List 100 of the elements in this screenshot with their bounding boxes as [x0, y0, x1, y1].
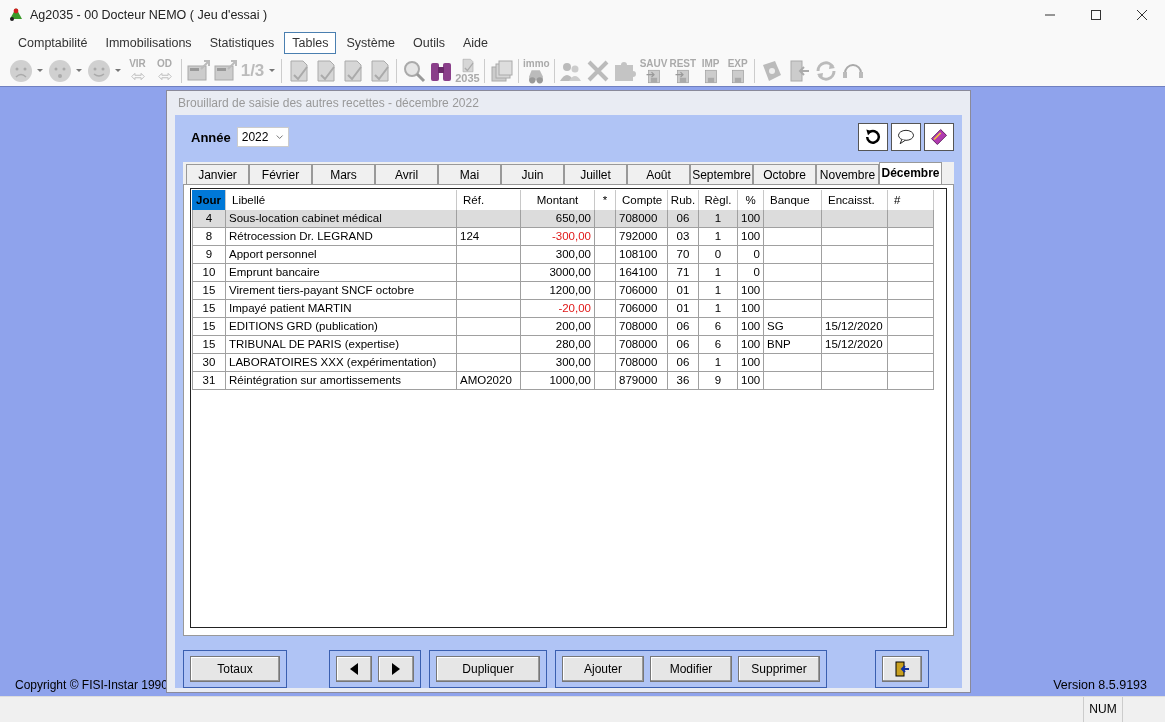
- table-cell: 300,00: [521, 246, 595, 264]
- table-cell: 15/12/2020: [822, 318, 888, 336]
- caret-icon[interactable]: [37, 68, 43, 73]
- caret-icon[interactable]: [76, 68, 82, 73]
- table-cell: 15/12/2020: [822, 336, 888, 354]
- close-icon[interactable]: [1137, 10, 1147, 20]
- caret-icon[interactable]: [115, 68, 121, 73]
- table-cell: 1: [699, 282, 738, 300]
- table-cell: 0: [738, 264, 764, 282]
- menu-item[interactable]: Immobilisations: [97, 31, 200, 54]
- table-cell: 650,00: [521, 210, 595, 228]
- delete-button[interactable]: Supprimer: [738, 656, 820, 682]
- caret-icon[interactable]: [269, 68, 275, 73]
- table-cell: SG: [764, 318, 822, 336]
- table-cell: 164100: [616, 264, 668, 282]
- month-tab[interactable]: Juillet: [564, 164, 627, 184]
- column-header[interactable]: Jour: [192, 190, 226, 210]
- table-row[interactable]: 31 Réintégration sur amortissements AMO2020 1000,00 879000 36 9 100: [192, 372, 934, 390]
- table-cell: 706000: [616, 282, 668, 300]
- table-row[interactable]: 15 Impayé patient MARTIN -20,00 706000 01 1 100: [192, 300, 934, 318]
- table-row[interactable]: 15 TRIBUNAL DE PARIS (expertise) 280,00 708000 06 6 100 BNP 15/12/2020: [192, 336, 934, 354]
- table-cell: Impayé patient MARTIN: [226, 300, 457, 318]
- month-tab[interactable]: Février: [249, 164, 312, 184]
- table-row[interactable]: 15 Virement tiers-payant SNCF octobre 1200,00 706000 01 1 100: [192, 282, 934, 300]
- menu-item[interactable]: Aide: [455, 31, 496, 54]
- table-cell: 708000: [616, 318, 668, 336]
- speech-bubble-icon: [896, 127, 916, 147]
- month-tab[interactable]: Décembre: [879, 162, 942, 184]
- month-tab[interactable]: Août: [627, 164, 690, 184]
- table-cell: 31: [192, 372, 226, 390]
- month-tab[interactable]: Juin: [501, 164, 564, 184]
- previous-button[interactable]: [336, 656, 372, 682]
- menu-item[interactable]: Statistiques: [201, 31, 283, 54]
- table-row[interactable]: 15 EDITIONS GRD (publication) 200,00 708000 06 6 100 SG 15/12/2020: [192, 318, 934, 336]
- duplicate-button[interactable]: Dupliquer: [436, 656, 540, 682]
- table-cell: TRIBUNAL DE PARIS (expertise): [226, 336, 457, 354]
- menu-item[interactable]: Outils: [405, 31, 453, 54]
- table-row[interactable]: 4 Sous-location cabinet médical 650,00 708000 06 1 100: [192, 210, 934, 228]
- table-cell: 708000: [616, 210, 668, 228]
- table-cell: 3000,00: [521, 264, 595, 282]
- year-dropdown[interactable]: 2022: [236, 127, 289, 147]
- table-cell: 10: [192, 264, 226, 282]
- table-cell: 1200,00: [521, 282, 595, 300]
- comment-button[interactable]: [891, 123, 921, 151]
- book-button[interactable]: [924, 123, 954, 151]
- refresh-button[interactable]: [858, 123, 888, 151]
- table-cell: 0: [699, 246, 738, 264]
- table-row[interactable]: 10 Emprunt bancaire 3000,00 164100 71 1 0: [192, 264, 934, 282]
- month-tab[interactable]: Mars: [312, 164, 375, 184]
- table-cell: 06: [668, 354, 699, 372]
- table-cell: -300,00: [521, 228, 595, 246]
- table-row[interactable]: 9 Apport personnel 300,00 108100 70 0 0: [192, 246, 934, 264]
- exit-button[interactable]: [882, 656, 922, 682]
- table-cell: 4: [192, 210, 226, 228]
- month-tab[interactable]: Avril: [375, 164, 438, 184]
- table-cell: BNP: [764, 336, 822, 354]
- month-tab[interactable]: Octobre: [753, 164, 816, 184]
- table-cell: 708000: [616, 336, 668, 354]
- modify-button[interactable]: Modifier: [650, 656, 732, 682]
- table-cell: Apport personnel: [226, 246, 457, 264]
- totals-button[interactable]: Totaux: [190, 656, 280, 682]
- table-cell: 01: [668, 282, 699, 300]
- table-cell: LABORATOIRES XXX (expérimentation): [226, 354, 457, 372]
- table-cell: 124: [457, 228, 521, 246]
- month-tab[interactable]: Septembre: [690, 164, 753, 184]
- table-cell: 792000: [616, 228, 668, 246]
- table-cell: Virement tiers-payant SNCF octobre: [226, 282, 457, 300]
- table-cell: 1: [699, 264, 738, 282]
- table-row[interactable]: 8 Rétrocession Dr. LEGRAND 124 -300,00 792000 03 1 100: [192, 228, 934, 246]
- month-tab[interactable]: Novembre: [816, 164, 879, 184]
- menu-item[interactable]: Comptabilité: [10, 31, 96, 54]
- table-cell: 8: [192, 228, 226, 246]
- refresh-icon: [863, 127, 883, 147]
- table-cell: 15: [192, 300, 226, 318]
- table-cell: EDITIONS GRD (publication): [226, 318, 457, 336]
- month-tab[interactable]: Janvier: [186, 164, 249, 184]
- menu-item[interactable]: Tables: [284, 31, 337, 54]
- table-cell: 71: [668, 264, 699, 282]
- menu-item[interactable]: Système: [338, 31, 404, 54]
- maximize-icon[interactable]: [1091, 10, 1101, 20]
- table-cell: 108100: [616, 246, 668, 264]
- table-cell: 1: [699, 228, 738, 246]
- year-label: Année: [191, 129, 231, 145]
- table-cell: 06: [668, 318, 699, 336]
- table-cell: 100: [738, 372, 764, 390]
- next-button[interactable]: [378, 656, 414, 682]
- table-cell: 706000: [616, 300, 668, 318]
- table-cell: 200,00: [521, 318, 595, 336]
- smiley-icon: [86, 58, 111, 83]
- table-cell: 15: [192, 282, 226, 300]
- table-cell: 01: [668, 300, 699, 318]
- table-cell: 6: [699, 318, 738, 336]
- table-cell: 100: [738, 282, 764, 300]
- table-cell: AMO2020: [457, 372, 521, 390]
- table-row[interactable]: 30 LABORATOIRES XXX (expérimentation) 300,00 708000 06 1 100: [192, 354, 934, 372]
- month-tab[interactable]: Mai: [438, 164, 501, 184]
- table-cell: 06: [668, 210, 699, 228]
- table-cell: Rétrocession Dr. LEGRAND: [226, 228, 457, 246]
- add-button[interactable]: Ajouter: [562, 656, 644, 682]
- card-icon: [186, 58, 211, 83]
